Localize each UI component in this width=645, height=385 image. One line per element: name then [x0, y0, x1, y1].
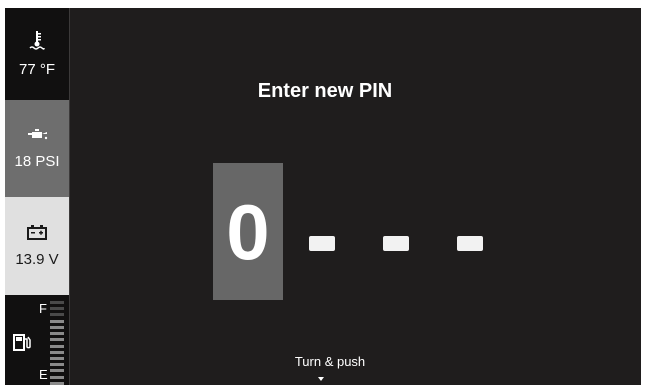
oil-pressure-tile[interactable]: 18 PSI	[5, 100, 69, 197]
fuel-empty-label: E	[39, 367, 48, 382]
gauge-sidebar: 77 °F 18 PSI 13.9 V F E	[5, 8, 70, 385]
fuel-gauge-segment	[50, 332, 64, 336]
fuel-tile[interactable]: F E	[5, 295, 69, 385]
pin-digit-4-empty[interactable]	[457, 236, 483, 251]
fuel-gauge-segment	[50, 344, 64, 348]
fuel-gauge-segment	[50, 307, 64, 311]
temperature-value: 77 °F	[18, 61, 55, 78]
fuel-gauge-segment	[50, 338, 64, 342]
battery-tile[interactable]: 13.9 V	[5, 197, 69, 295]
battery-value: 13.9 V	[15, 251, 59, 268]
control-hint: Turn & push	[294, 354, 366, 369]
oil-pressure-icon	[26, 128, 48, 147]
hint-down-arrow-icon	[318, 377, 324, 381]
fuel-gauge-segment	[50, 319, 64, 323]
battery-icon	[27, 224, 47, 245]
temperature-tile[interactable]: 77 °F	[5, 8, 69, 100]
coolant-temperature-icon	[29, 30, 45, 55]
fuel-gauge-segment	[50, 325, 64, 329]
page-title: Enter new PIN	[257, 80, 393, 102]
fuel-gauge-segment	[50, 375, 64, 379]
fuel-gauge-segment	[50, 381, 64, 385]
display-screen: 77 °F 18 PSI 13.9 V F E Enter new PIN 0 …	[5, 8, 641, 385]
fuel-pump-icon	[13, 333, 31, 356]
pin-digit-value: 0	[226, 187, 270, 276]
fuel-gauge-segment	[50, 369, 64, 373]
pin-digit-3-empty[interactable]	[383, 236, 409, 251]
fuel-level-gauge	[50, 301, 64, 385]
oil-pressure-value: 18 PSI	[14, 152, 60, 170]
fuel-gauge-segment	[50, 301, 64, 304]
pin-digit-2-empty[interactable]	[309, 236, 335, 251]
fuel-gauge-segment	[50, 363, 64, 367]
fuel-gauge-segment	[50, 350, 64, 354]
fuel-full-label: F	[39, 301, 47, 316]
pin-digit-1-selected[interactable]: 0	[213, 163, 283, 300]
fuel-gauge-segment	[50, 313, 64, 317]
fuel-gauge-segment	[50, 356, 64, 360]
